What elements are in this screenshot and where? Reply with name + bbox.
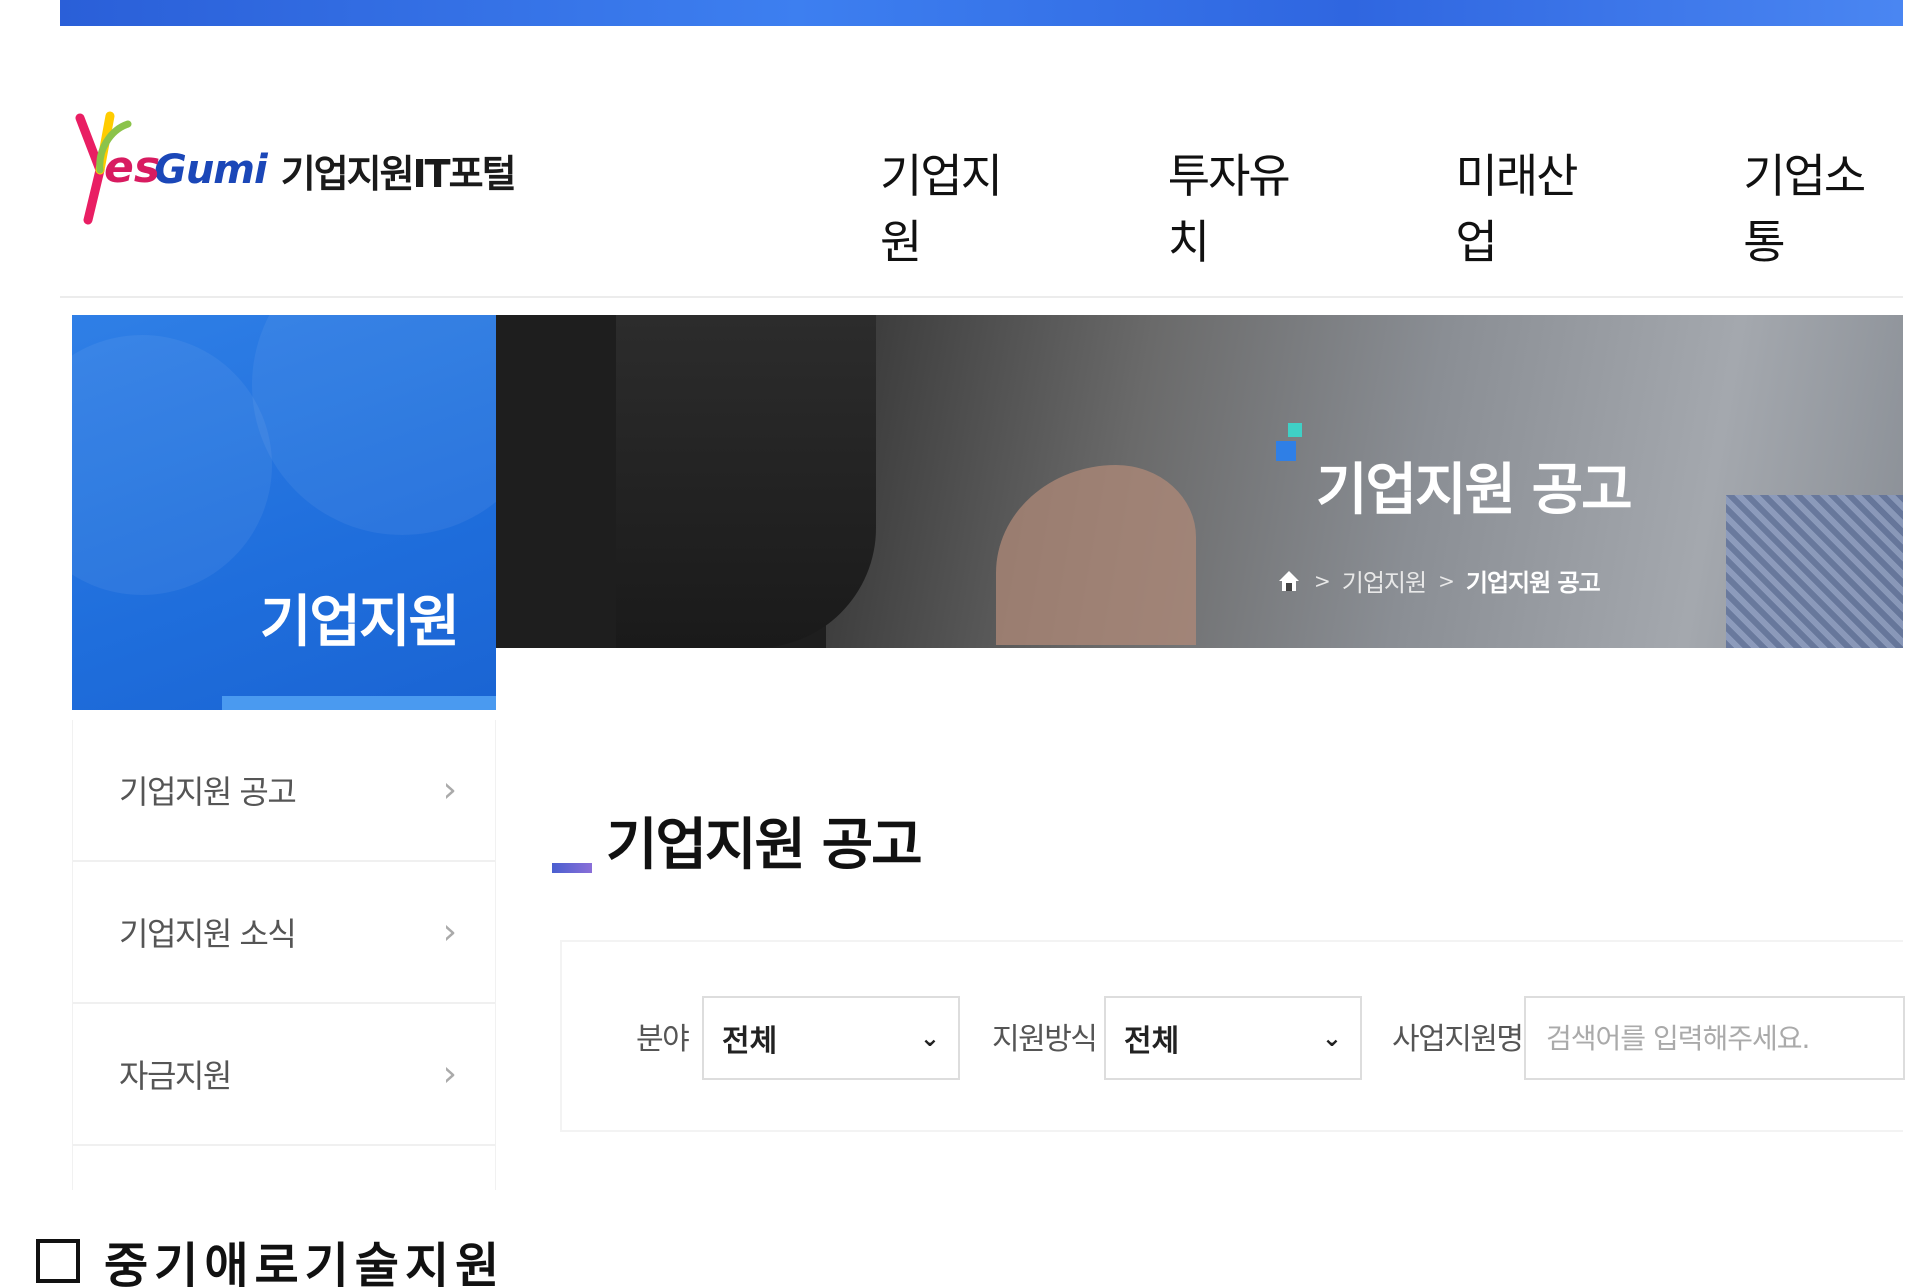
banner-photo-sleeve xyxy=(1726,495,1903,648)
title-deco-square xyxy=(1276,441,1296,461)
decorative-circle xyxy=(72,335,272,595)
chevron-right-icon: › xyxy=(442,769,457,811)
banner-photo-figure xyxy=(616,315,876,648)
method-select[interactable]: 전체 ⌄ xyxy=(1104,996,1362,1080)
section-title-accent-bar xyxy=(222,696,496,710)
side-menu-item[interactable] xyxy=(73,1146,495,1192)
breadcrumb-separator: > xyxy=(1438,568,1455,593)
yes-logo-mark: es xyxy=(70,110,160,230)
breadcrumb-item[interactable]: 기업지원 xyxy=(1342,563,1427,598)
nav-item-communication[interactable]: 기업소통 xyxy=(1743,140,1903,272)
breadcrumb-current: 기업지원 공고 xyxy=(1465,569,1601,597)
field-select[interactable]: 전체 ⌄ xyxy=(702,996,960,1080)
breadcrumb-separator: > xyxy=(1314,568,1331,593)
search-filter-panel: 분야 전체 ⌄ 지원방식 전체 ⌄ 사업지원명 xyxy=(560,940,1905,1132)
logo-gumi-text: Gumi xyxy=(154,147,268,193)
side-menu-item-notice[interactable]: 기업지원 공고 › xyxy=(73,720,495,862)
site-logo[interactable]: es Gumi 기업지원IT포털 xyxy=(70,110,530,230)
site-header: es Gumi 기업지원IT포털 기업지원 투자유치 미래산업 기업소통 xyxy=(60,90,1903,269)
side-menu-label: 자금지원 xyxy=(119,1057,232,1095)
chevron-right-icon: › xyxy=(442,1053,457,1095)
program-name-label: 사업지원명 xyxy=(1392,1022,1524,1057)
decorative-circle xyxy=(252,315,496,535)
side-menu-item-news[interactable]: 기업지원 소식 › xyxy=(73,862,495,1004)
side-menu-label: 기업지원 소식 xyxy=(119,915,297,953)
banner-photo-hand xyxy=(996,465,1196,645)
section-title-box: 기업지원 xyxy=(72,315,496,710)
content-heading: 기업지원 공고 xyxy=(552,800,923,881)
heading-accent-mark xyxy=(552,863,592,873)
side-menu: 기업지원 공고 › 기업지원 소식 › 자금지원 › xyxy=(72,720,496,1190)
nav-item-future-industry[interactable]: 미래산업 xyxy=(1456,140,1616,272)
side-menu-item-funding[interactable]: 자금지원 › xyxy=(73,1004,495,1146)
field-select-value: 전체 xyxy=(722,1024,778,1059)
chevron-down-icon: ⌄ xyxy=(919,1024,940,1052)
page-title: 기업지원 공고 xyxy=(606,813,923,878)
method-label: 지원방식 xyxy=(992,1022,1098,1057)
header-divider xyxy=(60,296,1903,298)
home-icon[interactable] xyxy=(1276,568,1302,594)
method-select-value: 전체 xyxy=(1124,1024,1180,1059)
banner-title: 기업지원 공고 xyxy=(1316,458,1633,523)
side-menu-label: 기업지원 공고 xyxy=(119,773,297,811)
title-deco-square xyxy=(1288,423,1302,437)
breadcrumb: > 기업지원 > 기업지원 공고 xyxy=(1276,563,1601,598)
main-nav: 기업지원 투자유치 미래산업 기업소통 xyxy=(880,140,1903,272)
chevron-down-icon: ⌄ xyxy=(1321,1024,1342,1052)
checkbox-icon[interactable] xyxy=(36,1239,80,1283)
field-label: 분야 xyxy=(636,1022,690,1057)
caption-text: 중기애로기술지원 xyxy=(104,1238,506,1287)
page-visual-banner: 기업지원 공고 > 기업지원 > 기업지원 공고 xyxy=(496,315,1903,648)
section-caption: 중기애로기술지원 xyxy=(36,1226,505,1287)
section-title: 기업지원 xyxy=(259,590,460,655)
logo-portal-text: 기업지원IT포털 xyxy=(280,151,517,196)
svg-text:es: es xyxy=(104,142,160,193)
nav-item-company-support[interactable]: 기업지원 xyxy=(880,140,1040,272)
program-name-search-input[interactable] xyxy=(1524,996,1905,1080)
chevron-right-icon: › xyxy=(442,911,457,953)
nav-item-investment[interactable]: 투자유치 xyxy=(1168,140,1328,272)
top-banner-strip xyxy=(60,0,1903,26)
